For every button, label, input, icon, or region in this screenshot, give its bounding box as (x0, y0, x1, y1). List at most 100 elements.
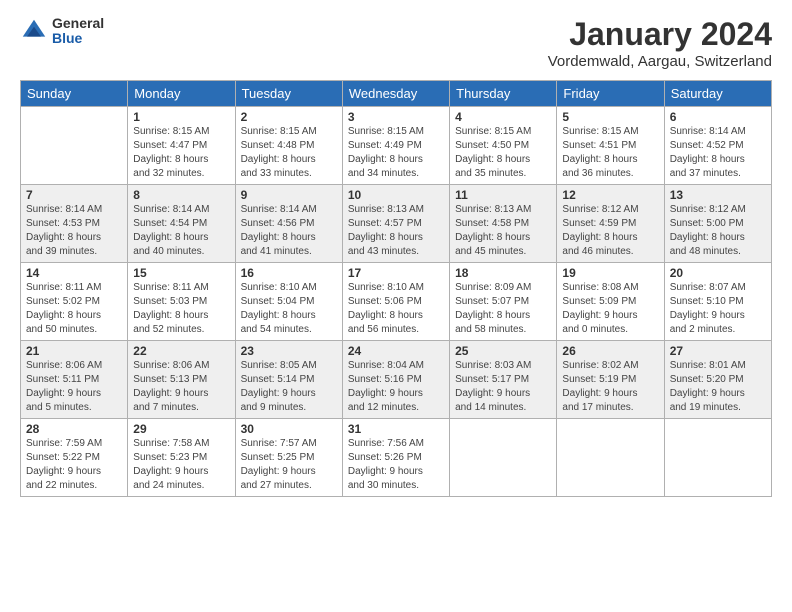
day-number: 18 (455, 266, 551, 280)
day-number: 15 (133, 266, 229, 280)
day-number: 3 (348, 110, 444, 124)
day-number: 20 (670, 266, 766, 280)
day-info: Sunrise: 7:59 AM Sunset: 5:22 PM Dayligh… (26, 437, 122, 493)
day-info: Sunrise: 8:06 AM Sunset: 5:11 PM Dayligh… (26, 359, 122, 415)
calendar-cell: 21Sunrise: 8:06 AM Sunset: 5:11 PM Dayli… (21, 341, 128, 419)
day-info: Sunrise: 8:15 AM Sunset: 4:48 PM Dayligh… (241, 125, 337, 181)
day-info: Sunrise: 8:09 AM Sunset: 5:07 PM Dayligh… (455, 281, 551, 337)
day-info: Sunrise: 8:15 AM Sunset: 4:51 PM Dayligh… (562, 125, 658, 181)
calendar-cell: 18Sunrise: 8:09 AM Sunset: 5:07 PM Dayli… (450, 263, 557, 341)
day-header-sunday: Sunday (21, 81, 128, 107)
day-info: Sunrise: 8:14 AM Sunset: 4:52 PM Dayligh… (670, 125, 766, 181)
day-number: 17 (348, 266, 444, 280)
day-info: Sunrise: 8:10 AM Sunset: 5:06 PM Dayligh… (348, 281, 444, 337)
day-info: Sunrise: 8:15 AM Sunset: 4:47 PM Dayligh… (133, 125, 229, 181)
day-info: Sunrise: 8:01 AM Sunset: 5:20 PM Dayligh… (670, 359, 766, 415)
calendar-cell (450, 419, 557, 497)
calendar-cell: 7Sunrise: 8:14 AM Sunset: 4:53 PM Daylig… (21, 185, 128, 263)
day-number: 26 (562, 344, 658, 358)
calendar-cell: 28Sunrise: 7:59 AM Sunset: 5:22 PM Dayli… (21, 419, 128, 497)
day-number: 22 (133, 344, 229, 358)
day-info: Sunrise: 8:14 AM Sunset: 4:56 PM Dayligh… (241, 203, 337, 259)
calendar-cell: 30Sunrise: 7:57 AM Sunset: 5:25 PM Dayli… (235, 419, 342, 497)
calendar-cell: 22Sunrise: 8:06 AM Sunset: 5:13 PM Dayli… (128, 341, 235, 419)
week-row-5: 28Sunrise: 7:59 AM Sunset: 5:22 PM Dayli… (21, 419, 772, 497)
day-info: Sunrise: 8:11 AM Sunset: 5:03 PM Dayligh… (133, 281, 229, 337)
calendar-cell: 15Sunrise: 8:11 AM Sunset: 5:03 PM Dayli… (128, 263, 235, 341)
day-info: Sunrise: 8:11 AM Sunset: 5:02 PM Dayligh… (26, 281, 122, 337)
day-number: 9 (241, 188, 337, 202)
calendar-cell: 14Sunrise: 8:11 AM Sunset: 5:02 PM Dayli… (21, 263, 128, 341)
week-row-4: 21Sunrise: 8:06 AM Sunset: 5:11 PM Dayli… (21, 341, 772, 419)
day-header-thursday: Thursday (450, 81, 557, 107)
day-info: Sunrise: 8:14 AM Sunset: 4:54 PM Dayligh… (133, 203, 229, 259)
day-number: 10 (348, 188, 444, 202)
day-info: Sunrise: 7:57 AM Sunset: 5:25 PM Dayligh… (241, 437, 337, 493)
day-header-monday: Monday (128, 81, 235, 107)
calendar-cell: 23Sunrise: 8:05 AM Sunset: 5:14 PM Dayli… (235, 341, 342, 419)
day-number: 2 (241, 110, 337, 124)
logo-text: General Blue (52, 16, 104, 47)
calendar-cell: 16Sunrise: 8:10 AM Sunset: 5:04 PM Dayli… (235, 263, 342, 341)
day-header-saturday: Saturday (664, 81, 771, 107)
day-header-friday: Friday (557, 81, 664, 107)
day-info: Sunrise: 8:03 AM Sunset: 5:17 PM Dayligh… (455, 359, 551, 415)
title-section: January 2024 Vordemwald, Aargau, Switzer… (548, 16, 772, 70)
day-number: 7 (26, 188, 122, 202)
day-info: Sunrise: 8:12 AM Sunset: 4:59 PM Dayligh… (562, 203, 658, 259)
day-info: Sunrise: 8:05 AM Sunset: 5:14 PM Dayligh… (241, 359, 337, 415)
calendar-cell: 10Sunrise: 8:13 AM Sunset: 4:57 PM Dayli… (342, 185, 449, 263)
day-number: 31 (348, 422, 444, 436)
calendar-cell: 3Sunrise: 8:15 AM Sunset: 4:49 PM Daylig… (342, 107, 449, 185)
calendar-cell: 24Sunrise: 8:04 AM Sunset: 5:16 PM Dayli… (342, 341, 449, 419)
calendar-cell (21, 107, 128, 185)
calendar-cell: 13Sunrise: 8:12 AM Sunset: 5:00 PM Dayli… (664, 185, 771, 263)
day-info: Sunrise: 8:02 AM Sunset: 5:19 PM Dayligh… (562, 359, 658, 415)
day-number: 30 (241, 422, 337, 436)
calendar-cell: 2Sunrise: 8:15 AM Sunset: 4:48 PM Daylig… (235, 107, 342, 185)
calendar-cell: 19Sunrise: 8:08 AM Sunset: 5:09 PM Dayli… (557, 263, 664, 341)
calendar-cell: 29Sunrise: 7:58 AM Sunset: 5:23 PM Dayli… (128, 419, 235, 497)
calendar-cell: 5Sunrise: 8:15 AM Sunset: 4:51 PM Daylig… (557, 107, 664, 185)
day-number: 28 (26, 422, 122, 436)
calendar-cell (557, 419, 664, 497)
calendar-cell: 17Sunrise: 8:10 AM Sunset: 5:06 PM Dayli… (342, 263, 449, 341)
day-number: 19 (562, 266, 658, 280)
day-number: 11 (455, 188, 551, 202)
calendar-cell: 31Sunrise: 7:56 AM Sunset: 5:26 PM Dayli… (342, 419, 449, 497)
week-row-2: 7Sunrise: 8:14 AM Sunset: 4:53 PM Daylig… (21, 185, 772, 263)
day-number: 25 (455, 344, 551, 358)
day-info: Sunrise: 8:13 AM Sunset: 4:57 PM Dayligh… (348, 203, 444, 259)
day-number: 23 (241, 344, 337, 358)
day-number: 14 (26, 266, 122, 280)
logo-general: General (52, 16, 104, 31)
calendar-cell: 1Sunrise: 8:15 AM Sunset: 4:47 PM Daylig… (128, 107, 235, 185)
day-number: 21 (26, 344, 122, 358)
day-info: Sunrise: 7:58 AM Sunset: 5:23 PM Dayligh… (133, 437, 229, 493)
calendar-cell: 4Sunrise: 8:15 AM Sunset: 4:50 PM Daylig… (450, 107, 557, 185)
calendar-cell: 27Sunrise: 8:01 AM Sunset: 5:20 PM Dayli… (664, 341, 771, 419)
calendar-body: 1Sunrise: 8:15 AM Sunset: 4:47 PM Daylig… (21, 107, 772, 497)
calendar-cell: 6Sunrise: 8:14 AM Sunset: 4:52 PM Daylig… (664, 107, 771, 185)
day-info: Sunrise: 8:13 AM Sunset: 4:58 PM Dayligh… (455, 203, 551, 259)
calendar-cell (664, 419, 771, 497)
calendar: SundayMondayTuesdayWednesdayThursdayFrid… (20, 80, 772, 497)
day-info: Sunrise: 8:15 AM Sunset: 4:50 PM Dayligh… (455, 125, 551, 181)
logo-blue: Blue (52, 31, 104, 46)
logo: General Blue (20, 16, 104, 47)
day-number: 16 (241, 266, 337, 280)
day-number: 1 (133, 110, 229, 124)
page: General Blue January 2024 Vordemwald, Aa… (0, 0, 792, 612)
day-info: Sunrise: 8:10 AM Sunset: 5:04 PM Dayligh… (241, 281, 337, 337)
day-number: 8 (133, 188, 229, 202)
day-info: Sunrise: 8:14 AM Sunset: 4:53 PM Dayligh… (26, 203, 122, 259)
week-row-1: 1Sunrise: 8:15 AM Sunset: 4:47 PM Daylig… (21, 107, 772, 185)
day-info: Sunrise: 8:12 AM Sunset: 5:00 PM Dayligh… (670, 203, 766, 259)
calendar-cell: 25Sunrise: 8:03 AM Sunset: 5:17 PM Dayli… (450, 341, 557, 419)
day-number: 29 (133, 422, 229, 436)
location: Vordemwald, Aargau, Switzerland (548, 53, 772, 70)
day-info: Sunrise: 7:56 AM Sunset: 5:26 PM Dayligh… (348, 437, 444, 493)
calendar-cell: 8Sunrise: 8:14 AM Sunset: 4:54 PM Daylig… (128, 185, 235, 263)
day-number: 27 (670, 344, 766, 358)
day-header-wednesday: Wednesday (342, 81, 449, 107)
